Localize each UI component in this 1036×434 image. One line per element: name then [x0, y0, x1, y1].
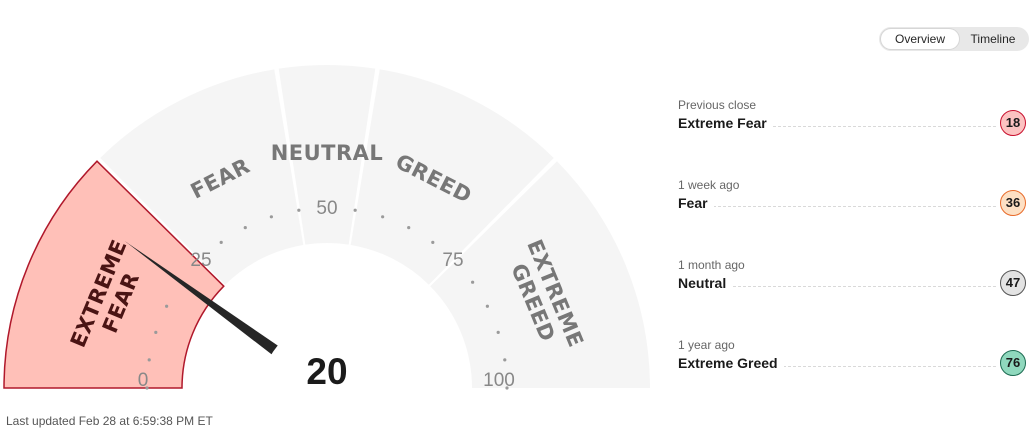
last-updated: Last updated Feb 28 at 6:59:38 PM ET — [6, 414, 213, 428]
gauge-tick — [353, 208, 357, 212]
history-row: 1 year ago Extreme Greed 76 — [678, 338, 1026, 388]
history-row: Previous close Extreme Fear 18 — [678, 98, 1026, 148]
history-rating: Neutral — [678, 275, 733, 291]
gauge-tick — [485, 304, 489, 308]
gauge-scale-label: 75 — [442, 250, 463, 271]
gauge-tick — [297, 208, 301, 212]
history-value-badge: 18 — [1000, 110, 1026, 136]
history-period: 1 week ago — [678, 178, 740, 192]
fear-greed-gauge: 0255075100 EXTREMEFEARFEARNEUTRAL GREEDEX… — [3, 65, 650, 410]
history-value-badge: 47 — [1000, 270, 1026, 296]
history-period: 1 year ago — [678, 338, 735, 352]
gauge-tick — [407, 226, 411, 230]
history-row: 1 week ago Fear 36 — [678, 178, 1026, 228]
gauge-scale-label: 50 — [316, 198, 337, 219]
gauge-tick — [381, 215, 385, 219]
gauge-tick — [154, 330, 158, 334]
gauge-scale-label: 25 — [190, 250, 211, 271]
gauge-value: 20 — [306, 351, 347, 392]
gauge-tick — [496, 330, 500, 334]
gauge-tick — [471, 280, 475, 284]
gauge-tick — [503, 358, 507, 362]
gauge-tick — [219, 240, 223, 244]
history-row: 1 month ago Neutral 47 — [678, 258, 1026, 308]
dotted-leader — [678, 206, 996, 207]
gauge-tick — [165, 304, 169, 308]
timeline-tab[interactable]: Timeline — [959, 29, 1027, 49]
gauge-tick — [431, 240, 435, 244]
history-rating: Extreme Fear — [678, 115, 773, 131]
history-period: 1 month ago — [678, 258, 745, 272]
history-value-badge: 36 — [1000, 190, 1026, 216]
overview-tab[interactable]: Overview — [881, 29, 959, 49]
gauge-scale-label: 100 — [483, 370, 515, 391]
gauge-tick — [147, 358, 151, 362]
history-rating: Fear — [678, 195, 714, 211]
history-value-badge: 76 — [1000, 350, 1026, 376]
gauge-zone-label-2: NEUTRAL — [271, 141, 384, 165]
view-toggle: Overview Timeline — [879, 27, 1029, 51]
history-rating: Extreme Greed — [678, 355, 784, 371]
gauge-tick — [243, 226, 247, 230]
history-period: Previous close — [678, 98, 757, 112]
gauge-tick — [269, 215, 273, 219]
gauge-scale-label: 0 — [138, 370, 149, 391]
